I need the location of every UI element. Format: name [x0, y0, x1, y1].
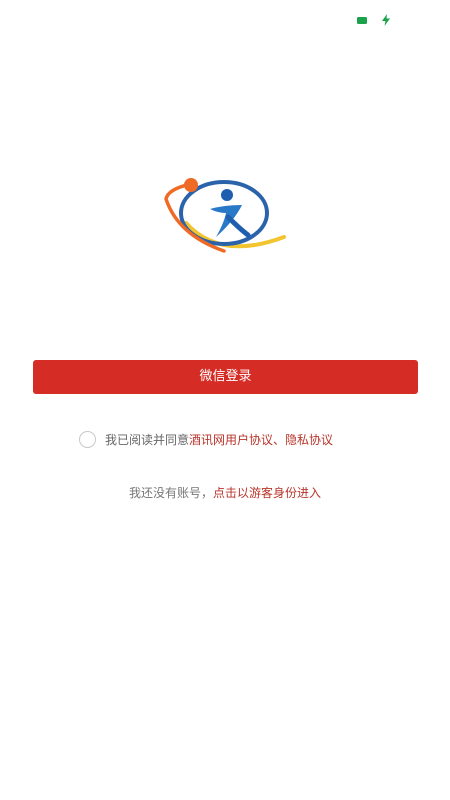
agreement-link[interactable]: 酒讯网用户协议、隐私协议 [189, 431, 333, 448]
guest-prefix: 我还没有账号， [128, 486, 213, 500]
charging-icon [382, 14, 390, 26]
agree-checkbox[interactable] [79, 430, 96, 448]
battery-icon [357, 17, 367, 24]
agreement-prefix: 我已阅读并同意 [105, 432, 190, 447]
guest-entry-link[interactable]: 点击以游客身份进入 [213, 486, 321, 500]
status-bar [0, 0, 450, 40]
agreement-row: 我已阅读并同意 酒讯网用户协议、隐私协议 [79, 429, 333, 449]
wechat-login-button[interactable]: 微信登录 [33, 360, 418, 394]
guest-entry-row: 我还没有账号，点击以游客身份进入 [0, 484, 450, 501]
app-logo-icon [164, 178, 286, 253]
